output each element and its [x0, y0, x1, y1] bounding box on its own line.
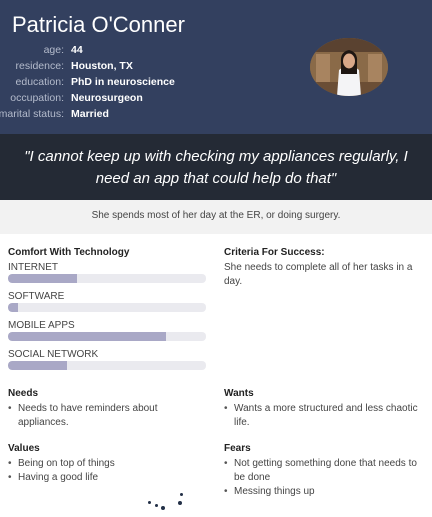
criteria-title: Criteria For Success:: [224, 247, 325, 258]
fact-age: age: 44: [0, 42, 240, 58]
fact-value: Houston, TX: [71, 60, 133, 72]
tech-bar-fill: [8, 332, 167, 341]
fact-value: PhD in neuroscience: [71, 76, 175, 88]
values-list: Being on top of things Having a good lif…: [8, 457, 208, 485]
spinner-dot: [148, 501, 151, 504]
spinner-dot: [161, 506, 165, 510]
fact-value: Neurosurgeon: [71, 92, 143, 104]
tech-bar-fill: [8, 303, 18, 312]
fact-value: Married: [71, 108, 109, 120]
comfort-title: Comfort With Technology: [8, 247, 130, 258]
needs-list: Needs to have reminders about appliances…: [8, 402, 208, 430]
wants-list: Wants a more structured and less chaotic…: [224, 402, 424, 430]
list-item: Not getting something done that needs to…: [224, 457, 424, 485]
spinner-dot: [180, 493, 183, 496]
fact-label: age:: [43, 44, 64, 56]
criteria-text: She needs to complete all of her tasks i…: [224, 262, 413, 287]
tech-bar-software: [8, 303, 206, 312]
fact-label: occupation:: [10, 92, 64, 104]
list-item: Messing things up: [224, 485, 424, 499]
tech-label-software: SOFTWARE: [8, 291, 65, 302]
list-item: Having a good life: [8, 471, 208, 485]
persona-photo: [310, 38, 388, 96]
tech-bar-fill: [8, 361, 68, 370]
list-item: Needs to have reminders about appliances…: [8, 402, 208, 430]
fact-occupation: occupation: Neurosurgeon: [0, 90, 240, 106]
tech-bar-mobile-apps: [8, 332, 206, 341]
fact-label: education:: [15, 76, 64, 88]
spinner-dot: [178, 501, 182, 505]
quote-banner: "I cannot keep up with checking my appli…: [0, 134, 432, 200]
fact-marital-status: marital status: Married: [0, 106, 240, 122]
spinner-dot: [155, 504, 158, 507]
fact-residence: residence: Houston, TX: [0, 58, 240, 74]
wants-title: Wants: [224, 388, 254, 399]
fact-label: residence:: [15, 60, 64, 72]
persona-summary: She spends most of her day at the ER, or…: [91, 210, 341, 221]
values-title: Values: [8, 443, 40, 454]
fears-list: Not getting something done that needs to…: [224, 457, 424, 499]
summary-banner: She spends most of her day at the ER, or…: [0, 200, 432, 234]
fact-value: 44: [71, 44, 83, 56]
tech-label-mobile-apps: MOBILE APPS: [8, 320, 75, 331]
tech-bar-internet: [8, 274, 206, 283]
persona-quote: "I cannot keep up with checking my appli…: [24, 148, 408, 187]
tech-bar-fill: [8, 274, 78, 283]
fact-label: marital status:: [0, 108, 64, 120]
tech-bar-social-network: [8, 361, 206, 370]
fact-education: education: PhD in neuroscience: [0, 74, 240, 90]
tech-label-social-network: SOCIAL NETWORK: [8, 349, 99, 360]
list-item: Wants a more structured and less chaotic…: [224, 402, 424, 430]
list-item: Being on top of things: [8, 457, 208, 471]
persona-name: Patricia O'Conner: [12, 12, 185, 37]
needs-title: Needs: [8, 388, 39, 399]
persona-header: Patricia O'Conner age: 44 residence: Hou…: [0, 0, 432, 134]
tech-label-internet: INTERNET: [8, 262, 58, 273]
person-photo-icon: [310, 38, 388, 96]
fears-title: Fears: [224, 443, 251, 454]
